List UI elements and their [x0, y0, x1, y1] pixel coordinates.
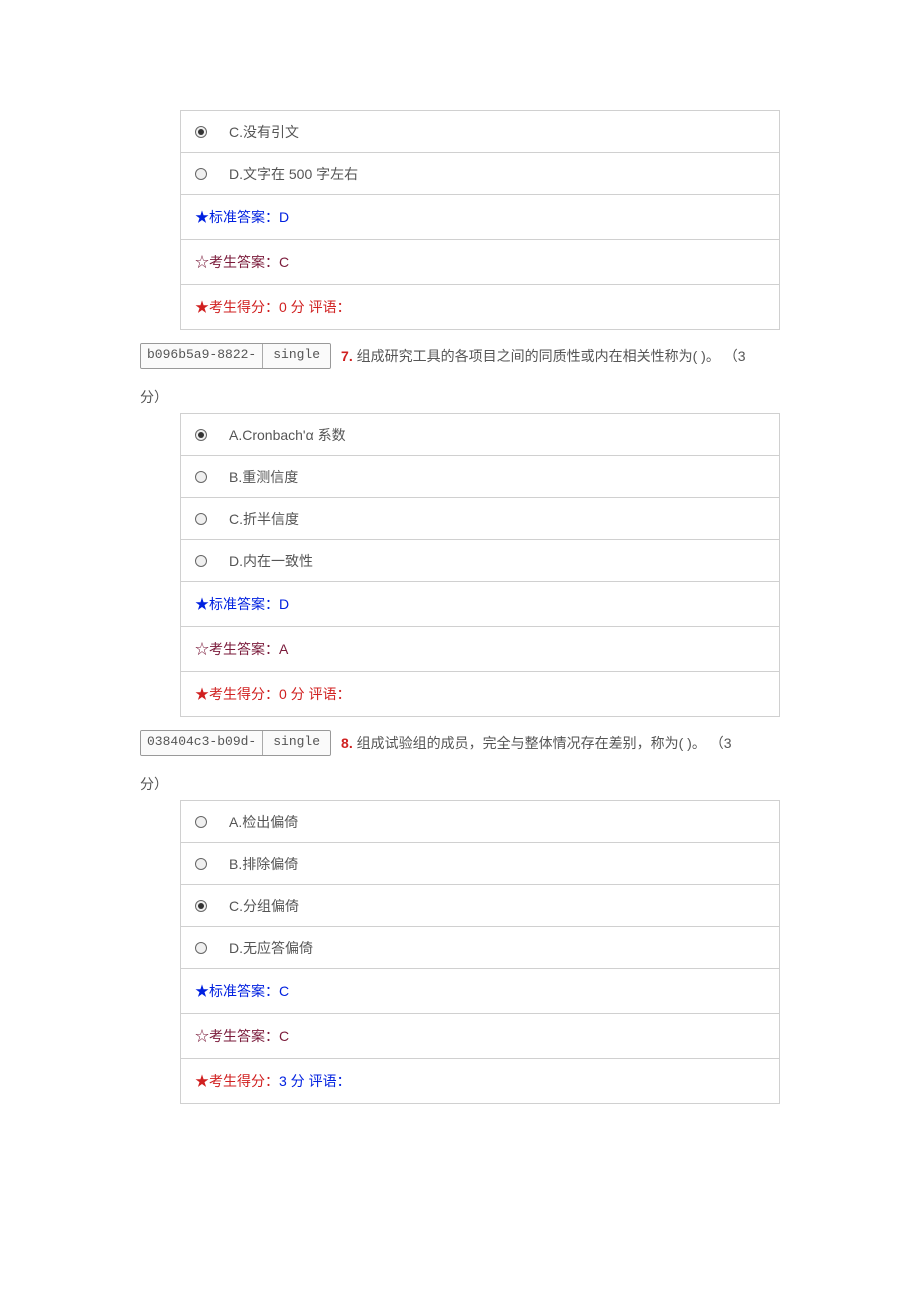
option-row[interactable]: B.排除偏倚	[181, 843, 779, 885]
question-text-cont: 分）	[140, 387, 780, 407]
radio-icon[interactable]	[195, 942, 207, 954]
option-row[interactable]: D.内在一致性	[181, 540, 779, 582]
question-number: 7.	[341, 348, 353, 364]
candidate-answer: ☆考生答案：C	[181, 240, 779, 285]
question-id-left: 038404c3-b09d-	[141, 731, 263, 755]
question-7-block: A.Cronbach'α 系数 B.重测信度 C.折半信度 D.内在一致性 ★标…	[180, 413, 780, 717]
option-row[interactable]: A.检出偏倚	[181, 801, 779, 843]
question-id-field: 038404c3-b09d- single	[140, 730, 331, 756]
question-type: single	[263, 731, 330, 755]
radio-icon[interactable]	[195, 126, 207, 138]
question-8-block: A.检出偏倚 B.排除偏倚 C.分组偏倚 D.无应答偏倚 ★标准答案：C ☆考生…	[180, 800, 780, 1104]
option-row[interactable]: C.折半信度	[181, 498, 779, 540]
score-row: ★考生得分：0 分 评语：	[181, 672, 779, 717]
question-text-cont: 分）	[140, 774, 780, 794]
option-text: D.内在一致性	[229, 551, 313, 571]
question-body: 组成研究工具的各项目之间的同质性或内在相关性称为( )。 （3	[357, 348, 746, 364]
candidate-answer: ☆考生答案：C	[181, 1014, 779, 1059]
radio-icon[interactable]	[195, 168, 207, 180]
standard-answer: ★标准答案：D	[181, 582, 779, 627]
radio-icon[interactable]	[195, 513, 207, 525]
radio-icon[interactable]	[195, 429, 207, 441]
question-body: 组成试验组的成员，完全与整体情况存在差别，称为( )。 （3	[357, 735, 732, 751]
option-text: C.没有引文	[229, 122, 299, 142]
candidate-answer: ☆考生答案：A	[181, 627, 779, 672]
option-row[interactable]: B.重测信度	[181, 456, 779, 498]
radio-icon[interactable]	[195, 471, 207, 483]
score-value: 3 分 评语：	[279, 1073, 351, 1089]
option-row[interactable]: C.没有引文	[181, 111, 779, 153]
question-number: 8.	[341, 735, 353, 751]
question-text: 7. 组成研究工具的各项目之间的同质性或内在相关性称为( )。 （3	[341, 332, 780, 369]
option-text: D.无应答偏倚	[229, 938, 313, 958]
option-row[interactable]: D.文字在 500 字左右	[181, 153, 779, 195]
radio-icon[interactable]	[195, 816, 207, 828]
question-text: 8. 组成试验组的成员，完全与整体情况存在差别，称为( )。 （3	[341, 719, 780, 756]
option-text: B.排除偏倚	[229, 854, 298, 874]
score-row: ★考生得分：0 分 评语：	[181, 285, 779, 330]
question-7-header: b096b5a9-8822- single 7. 组成研究工具的各项目之间的同质…	[140, 332, 780, 369]
option-text: A.Cronbach'α 系数	[229, 425, 346, 445]
standard-answer: ★标准答案：C	[181, 969, 779, 1014]
option-text: B.重测信度	[229, 467, 298, 487]
option-text: C.折半信度	[229, 509, 299, 529]
option-text: C.分组偏倚	[229, 896, 299, 916]
question-type: single	[263, 344, 330, 368]
option-row[interactable]: A.Cronbach'α 系数	[181, 414, 779, 456]
standard-answer: ★标准答案：D	[181, 195, 779, 240]
radio-icon[interactable]	[195, 555, 207, 567]
question-id-left: b096b5a9-8822-	[141, 344, 263, 368]
question-6-block: C.没有引文 D.文字在 500 字左右 ★标准答案：D ☆考生答案：C ★考生…	[180, 110, 780, 330]
radio-icon[interactable]	[195, 858, 207, 870]
option-row[interactable]: D.无应答偏倚	[181, 927, 779, 969]
option-text: A.检出偏倚	[229, 812, 298, 832]
question-id-field: b096b5a9-8822- single	[140, 343, 331, 369]
option-text: D.文字在 500 字左右	[229, 164, 358, 184]
option-row[interactable]: C.分组偏倚	[181, 885, 779, 927]
radio-icon[interactable]	[195, 900, 207, 912]
score-row: ★考生得分：3 分 评语：	[181, 1059, 779, 1104]
score-prefix: ★考生得分：	[195, 1073, 279, 1089]
question-8-header: 038404c3-b09d- single 8. 组成试验组的成员，完全与整体情…	[140, 719, 780, 756]
